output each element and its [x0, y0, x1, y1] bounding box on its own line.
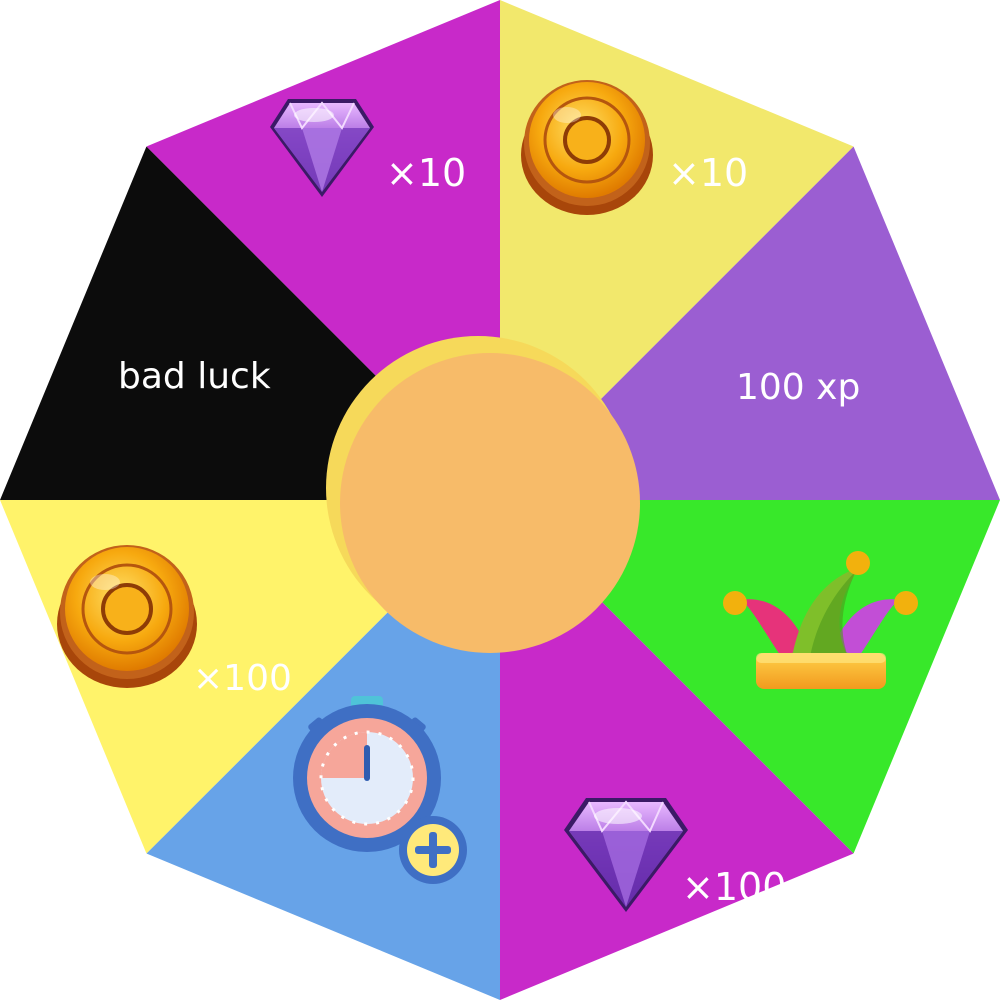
bad-luck-label: bad luck — [118, 356, 271, 397]
coin-icon — [57, 545, 197, 688]
wheel-hub[interactable] — [340, 353, 640, 653]
xp-100-label: 100 xp — [736, 367, 860, 408]
gem-10-label: ×10 — [386, 151, 466, 195]
gem-100-label: ×100 — [682, 865, 786, 909]
coin-10-label: ×10 — [668, 151, 748, 195]
prize-wheel[interactable]: ×10 ×10 100 xp ×100 ×100 bad luck — [0, 0, 1000, 1000]
coin-100-label: ×100 — [193, 658, 292, 699]
coin-icon — [521, 80, 653, 215]
